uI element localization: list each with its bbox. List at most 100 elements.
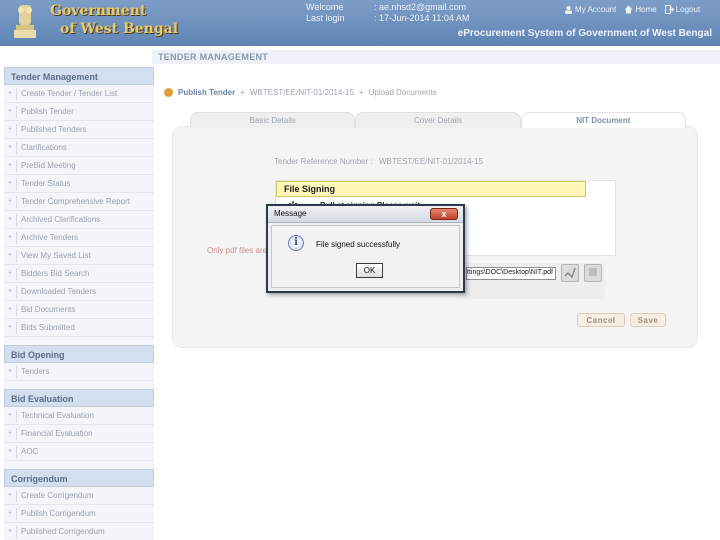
sidebar-group-header[interactable]: Bid Evaluation (4, 389, 154, 407)
sidebar-item[interactable]: + Publish Corrigendum (4, 505, 154, 523)
sidebar-item[interactable]: + Tenders (4, 363, 154, 381)
expand-icon: + (7, 368, 13, 375)
sidebar-item[interactable]: + AOC (4, 443, 154, 461)
expand-icon: + (7, 108, 13, 115)
expand-icon: + (7, 306, 13, 313)
sidebar-item-label: Published Corrigendum (21, 527, 105, 536)
tab-cover-details[interactable]: Cover Details (355, 112, 521, 128)
user-icon (565, 6, 572, 14)
tender-reference-label: Tender Reference Number : (274, 157, 373, 166)
sidebar-divider (16, 177, 17, 190)
sidebar-group-header[interactable]: Bid Opening (4, 345, 154, 363)
expand-icon: + (7, 126, 13, 133)
sidebar-item[interactable]: + Financial Evaluation (4, 425, 154, 443)
expand-icon: + (7, 234, 13, 241)
sidebar-item[interactable]: + Tender Comprehensive Report (4, 193, 154, 211)
logout-label: Logout (675, 5, 701, 14)
sidebar-divider (16, 303, 17, 316)
sidebar-item[interactable]: + Tender Status (4, 175, 154, 193)
sidebar-item[interactable]: + Bidders Bid Search (4, 265, 154, 283)
expand-icon: + (7, 270, 13, 277)
sidebar-item[interactable]: + Archived Clarifications (4, 211, 154, 229)
dialog-body: i File signed successfully OK (271, 225, 460, 288)
save-button[interactable]: Save (630, 313, 666, 327)
sidebar-item-label: Clarifications (21, 143, 67, 152)
last-login-value: : 17-Jun-2014 11:04 AM (374, 13, 470, 23)
sidebar-item[interactable]: + Create Corrigendum (4, 487, 154, 505)
sidebar-item[interactable]: + Create Tender / Tender List (4, 85, 154, 103)
sidebar-item-label: Downloaded Tenders (21, 287, 97, 296)
my-account-label: My Account (575, 5, 617, 14)
sidebar-divider (16, 249, 17, 262)
dialog-title-bar[interactable]: Message x (268, 206, 463, 223)
sidebar-item[interactable]: + View My Saved List (4, 247, 154, 265)
last-login-label: Last login (306, 13, 345, 23)
sidebar-group-header[interactable]: Tender Management (4, 67, 154, 85)
sign-file-button[interactable] (561, 264, 579, 282)
sidebar-gap (4, 381, 154, 389)
sidebar-divider (16, 321, 17, 334)
sidebar-item-label: AOC (21, 447, 39, 456)
sidebar-item[interactable]: + Published Tenders (4, 121, 154, 139)
sidebar-item[interactable]: + Technical Evaluation (4, 407, 154, 425)
sidebar-divider (16, 87, 17, 100)
tab-nit-document[interactable]: NIT Document (520, 112, 686, 128)
sidebar-divider (16, 365, 17, 378)
sidebar-item-label: Technical Evaluation (21, 411, 94, 420)
sidebar-item[interactable]: + Archive Tenders (4, 229, 154, 247)
clear-file-button[interactable] (584, 264, 602, 282)
expand-icon: + (7, 252, 13, 259)
sidebar-item-label: Create Corrigendum (21, 491, 94, 500)
dialog-message: File signed successfully (316, 240, 401, 249)
home-link[interactable]: Home (624, 5, 657, 14)
expand-icon: + (7, 144, 13, 151)
tab-basic-details[interactable]: Basic Details (190, 112, 356, 128)
sidebar-item-label: Financial Evaluation (21, 429, 93, 438)
dialog-close-button[interactable]: x (430, 208, 458, 220)
sidebar-divider (16, 489, 17, 502)
expand-icon: + (7, 198, 13, 205)
tender-reference-value: WBTEST/EE/NIT-01/2014-15 (378, 157, 483, 166)
sidebar-item[interactable]: + PreBid Meeting (4, 157, 154, 175)
sidebar-divider (16, 409, 17, 422)
my-account-link[interactable]: My Account (564, 5, 616, 14)
breadcrumb-publish-tender[interactable]: Publish Tender (178, 88, 235, 97)
logout-link[interactable]: Logout (664, 5, 701, 14)
info-icon: i (288, 235, 304, 251)
top-links: My Account Home Logout (564, 5, 700, 14)
ok-button[interactable]: OK (356, 263, 383, 278)
sidebar-item-label: Bid Documents (21, 305, 76, 314)
expand-icon: + (7, 288, 13, 295)
sidebar-divider (16, 159, 17, 172)
sidebar-item[interactable]: + Downloaded Tenders (4, 283, 154, 301)
state-emblem-icon (14, 5, 36, 38)
sidebar-item-label: Bidders Bid Search (21, 269, 90, 278)
sidebar-item[interactable]: + Published Corrigendum (4, 523, 154, 540)
sidebar-item[interactable]: + Publish Tender (4, 103, 154, 121)
sidebar-item[interactable]: + Bid Documents (4, 301, 154, 319)
sidebar-item-label: Tender Comprehensive Report (21, 197, 130, 206)
tender-reference: Tender Reference Number : WBTEST/EE/NIT-… (274, 157, 483, 166)
sidebar-item-label: Tenders (21, 367, 50, 376)
sidebar-item[interactable]: + Bids Submitted (4, 319, 154, 337)
sidebar-divider (16, 123, 17, 136)
home-label: Home (635, 5, 657, 14)
gov-title-line2: of West Bengal (60, 21, 179, 37)
expand-icon: + (7, 324, 13, 331)
sidebar-group-header[interactable]: Corrigendum (4, 469, 154, 487)
welcome-value: : ae.nhsd2@gmail.com (374, 2, 467, 12)
file-path-field[interactable]: C:\Documents and Settings\DOC\Desktop\NI… (466, 267, 556, 280)
sidebar-menu: Tender Management + Create Tender / Tender… (4, 67, 154, 540)
home-icon (624, 5, 633, 14)
file-signing-header: File Signing (276, 181, 586, 197)
expand-icon: + (7, 492, 13, 499)
sidebar-gap (4, 461, 154, 469)
sidebar-item[interactable]: + Clarifications (4, 139, 154, 157)
welcome-label: Welcome (306, 2, 344, 12)
expand-icon: + (7, 216, 13, 223)
cancel-button[interactable]: Cancel (577, 313, 625, 327)
sidebar-divider (16, 105, 17, 118)
sidebar-divider (16, 213, 17, 226)
gov-title-line1: Government (50, 3, 147, 19)
sidebar-item-label: Publish Corrigendum (21, 509, 96, 518)
